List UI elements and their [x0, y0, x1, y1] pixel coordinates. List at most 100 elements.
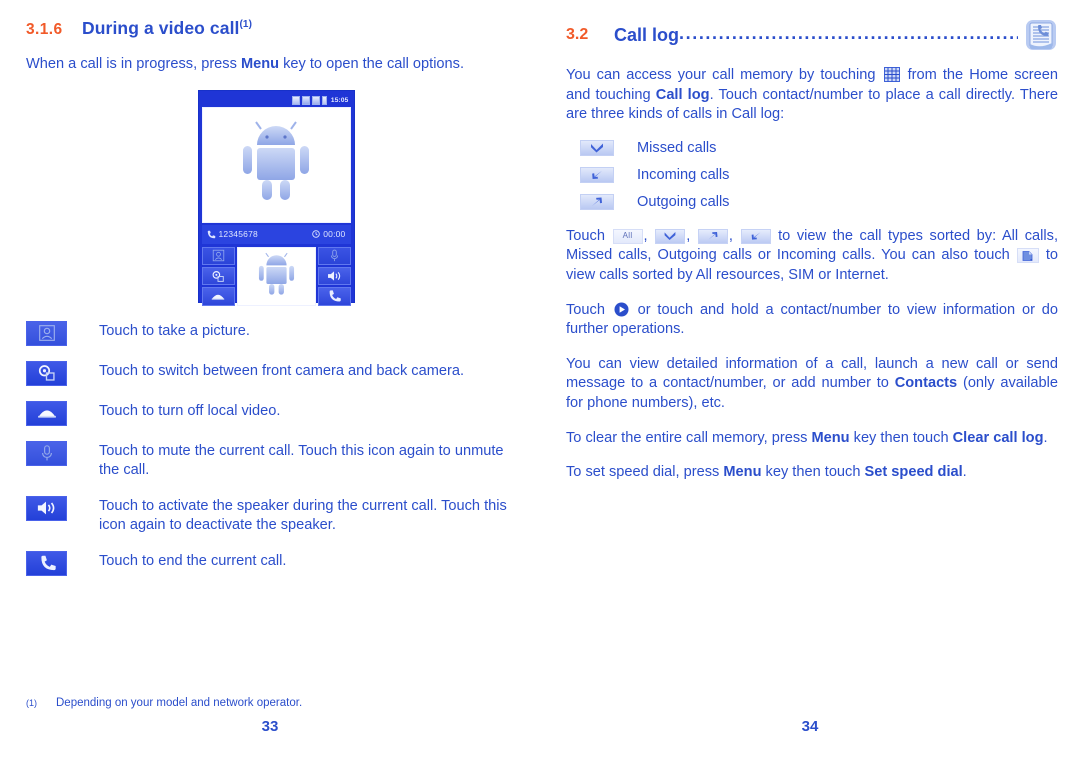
end-call-icon — [40, 556, 56, 571]
turn-off-video-icon — [211, 294, 225, 300]
left-controls — [201, 246, 235, 306]
missed-call-icon — [591, 143, 603, 153]
call-timer: 00:00 — [323, 229, 346, 240]
switch-camera-button[interactable] — [201, 266, 235, 286]
call-info-bar: 12345678 00:00 — [201, 224, 351, 244]
incoming-filter-button[interactable] — [740, 228, 771, 244]
outgoing-call-icon — [708, 232, 718, 240]
turn-off-video-icon — [37, 410, 56, 418]
outgoing-call-icon — [592, 197, 602, 206]
page-number-left: 33 — [261, 718, 279, 735]
volume-status-icon — [301, 95, 310, 105]
list-item-label: Incoming calls — [637, 166, 730, 183]
list-item: Touch to take a picture. — [26, 320, 526, 346]
video-call-icon-list: Touch to take a picture. Touch to switch… — [26, 320, 526, 576]
mute-icon — [41, 445, 52, 461]
contacts-label: Contacts — [894, 375, 958, 392]
list-item: Incoming calls — [566, 166, 1058, 183]
take-picture-icon-box[interactable] — [26, 320, 67, 346]
missed-call-icon — [664, 232, 676, 241]
sort-call-types-paragraph: Touch All, , , to view the call types so… — [566, 227, 1059, 283]
manual-page: 3.1.6 During a video call(1) When a call… — [0, 0, 1080, 767]
list-item: Touch to mute the current call. Touch th… — [26, 440, 526, 481]
clear-call-log-paragraph: To clear the entire call memory, press M… — [566, 429, 1048, 446]
view-details-paragraph: Touch or touch and hold a contact/number… — [566, 301, 1058, 338]
menu-key-label: Menu — [240, 56, 280, 72]
take-picture-button[interactable] — [201, 246, 235, 265]
list-item: Touch to end the current call. — [26, 550, 526, 576]
sim-status-icon — [291, 95, 300, 105]
phone-handset-icon — [207, 230, 215, 238]
clear-call-log-label: Clear call log — [952, 429, 1044, 446]
page-number-right: 34 — [801, 718, 819, 735]
switch-camera-icon-box[interactable] — [26, 360, 67, 386]
list-item: Touch to activate the speaker during the… — [26, 495, 526, 536]
phone-status-bar: 15:05 — [202, 94, 351, 107]
mute-icon-box[interactable] — [26, 440, 67, 466]
switch-camera-icon — [38, 365, 55, 381]
android-robot-large-icon — [243, 121, 309, 200]
section-number: 3.1.6 — [26, 21, 63, 38]
list-item-label: Touch to end the current call. — [99, 552, 287, 569]
call-duration: 00:00 — [312, 229, 345, 239]
resources-filter-button[interactable] — [1016, 248, 1039, 264]
view-details-icon[interactable] — [614, 302, 629, 317]
take-picture-icon — [38, 325, 55, 341]
resources-filter-icon — [1022, 250, 1033, 261]
remote-video-area — [201, 106, 351, 223]
speaker-icon — [37, 501, 55, 515]
list-item: Outgoing calls — [566, 193, 1058, 210]
list-item-label: Missed calls — [637, 139, 717, 156]
mute-icon — [330, 249, 338, 262]
incoming-call-icon — [592, 170, 602, 179]
page-title: During a video call(1) — [82, 18, 253, 38]
list-item-label: Touch to mute the current call. Touch th… — [99, 442, 504, 479]
menu-key-label: Menu — [811, 429, 850, 446]
right-column: 3.2 Call log ...........................… — [566, 18, 1058, 498]
end-call-icon-box[interactable] — [26, 550, 67, 576]
phone-screenshot: 15:05 12345678 00:00 — [197, 89, 355, 306]
switch-camera-icon — [212, 270, 224, 282]
footnote: (1) Depending on your model and network … — [26, 697, 526, 709]
end-call-button[interactable] — [317, 287, 351, 306]
intro-paragraph: When a call is in progress, press Menu k… — [26, 56, 465, 72]
caller-number: 12345678 — [218, 229, 258, 240]
footnote-text: Depending on your model and network oper… — [56, 697, 303, 709]
page-title: Call log — [614, 24, 680, 45]
section-number: 3.2 — [566, 26, 589, 43]
missed-filter-button[interactable] — [655, 228, 686, 244]
mute-button[interactable] — [317, 246, 351, 265]
outgoing-filter-button[interactable] — [697, 228, 728, 244]
list-item-label: Touch to switch between front camera and… — [99, 362, 465, 379]
list-item: Touch to switch between front camera and… — [26, 360, 526, 386]
outgoing-call-icon-box[interactable] — [580, 193, 614, 210]
call-log-app-icon — [1024, 18, 1058, 52]
list-item-label: Touch to activate the speaker during the… — [99, 497, 507, 534]
footnote-marker: (1) — [239, 19, 253, 31]
section-heading-video-call: 3.1.6 During a video call(1) — [26, 18, 526, 39]
list-item-label: Outgoing calls — [637, 193, 730, 210]
battery-status-icon — [321, 95, 327, 105]
signal-status-icon — [311, 95, 320, 105]
list-item-label: Touch to turn off local video. — [99, 402, 281, 419]
menu-key-label: Menu — [723, 464, 762, 481]
list-item: Missed calls — [566, 139, 1058, 156]
set-speed-dial-paragraph: To set speed dial, press Menu key then t… — [566, 464, 967, 481]
local-video-area — [236, 246, 316, 306]
status-bar-clock: 15:05 — [330, 96, 349, 104]
clock-icon — [312, 230, 320, 238]
detailed-info-paragraph: You can view detailed information of a c… — [566, 355, 1058, 411]
turn-off-video-button[interactable] — [201, 287, 235, 306]
missed-call-icon-box[interactable] — [580, 139, 614, 156]
all-filter-label: All — [622, 231, 633, 241]
call-log-label: Call log — [655, 86, 710, 103]
incoming-call-icon-box[interactable] — [580, 166, 614, 183]
all-filter-button[interactable]: All — [612, 228, 643, 244]
left-column: 3.1.6 During a video call(1) When a call… — [26, 18, 526, 591]
call-types-list: Missed calls Incoming calls Outgoing cal… — [566, 139, 1058, 210]
turn-off-video-icon-box[interactable] — [26, 400, 67, 426]
app-grid-icon — [883, 67, 900, 82]
speaker-icon-box[interactable] — [26, 495, 67, 521]
speaker-button[interactable] — [317, 266, 351, 286]
dotted-leader: ........................................… — [679, 28, 1018, 42]
